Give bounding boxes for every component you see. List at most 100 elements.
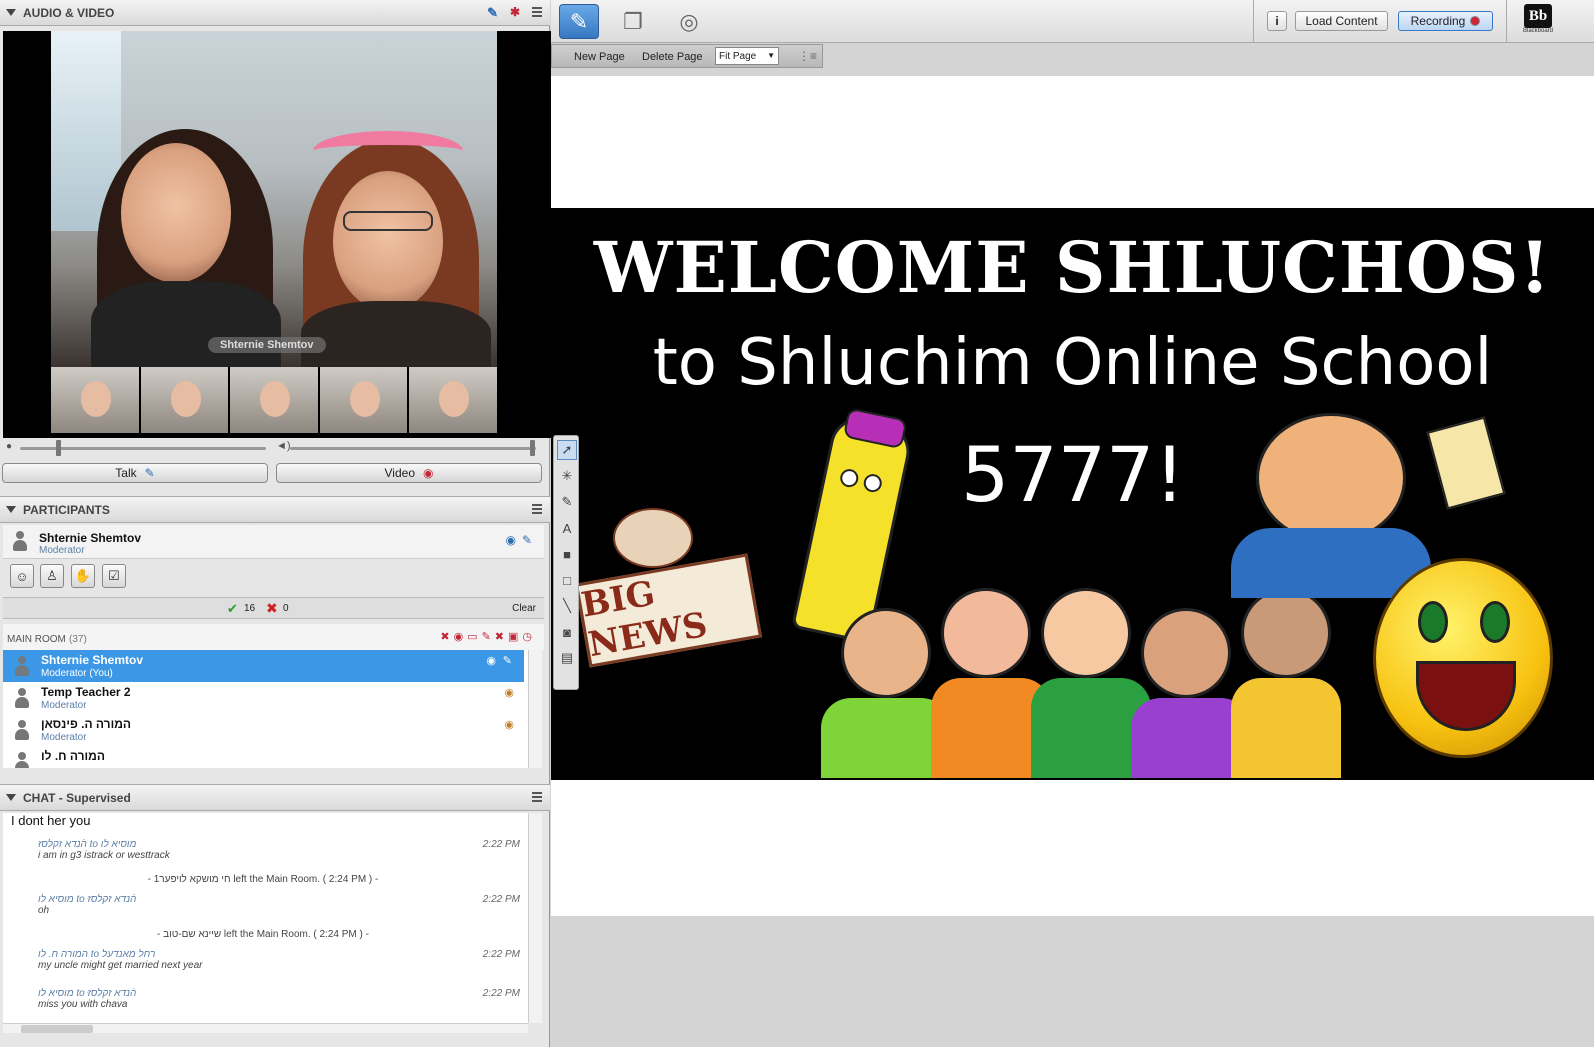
rectangle-tool-icon[interactable]: □ xyxy=(557,570,577,590)
talk-settings-icon[interactable]: ✎ xyxy=(487,5,498,21)
permission-icons[interactable]: ✖◉▭✎✖▣◷ xyxy=(440,630,536,643)
big-news-sign: BIG NEWS xyxy=(574,553,763,668)
message-time: 2:22 PM xyxy=(482,988,520,999)
speaker-slider-handle[interactable] xyxy=(530,440,535,456)
participant-list: Shternie Shemtov Moderator (You) ◉ ✎ Tem… xyxy=(3,650,528,768)
participant-row[interactable]: Shternie Shemtov Moderator (You) ◉ ✎ xyxy=(3,650,524,682)
talk-label: Talk xyxy=(115,466,137,480)
user-avatar-icon xyxy=(15,720,29,742)
room-count: (37) xyxy=(69,634,87,645)
message-sender: מוסיא לו to הֿנדא זקלסזּ xyxy=(38,894,137,905)
participant-row[interactable]: המורה ח. לו xyxy=(3,746,524,768)
chat-message: הֿנדא זקלסזּ to מוסיא לו i am in g3 istr… xyxy=(38,839,170,861)
delete-page-button[interactable]: Delete Page xyxy=(642,51,703,63)
participant-name: המורה ח. לו xyxy=(41,749,105,763)
whiteboard-stage[interactable]: WELCOME SHLUCHOS! to Shluchim Online Sch… xyxy=(551,76,1594,916)
chat-input[interactable]: I dont her you xyxy=(11,813,91,828)
talk-button[interactable]: Talk ✎ xyxy=(2,463,268,483)
participant-role: Moderator xyxy=(41,700,87,711)
chevron-down-icon: ▼ xyxy=(767,51,775,60)
boy-with-paper xyxy=(1256,413,1406,543)
recording-label: Recording xyxy=(1410,14,1466,28)
audio-video-title: AUDIO & VIDEO xyxy=(23,5,115,20)
slide-subheading: to Shluchim Online School xyxy=(652,326,1493,400)
video-settings-icon[interactable]: ✱ xyxy=(510,5,520,19)
video-display: Shternie Shemtov xyxy=(3,31,551,438)
bb-logo-mark: Bb xyxy=(1524,4,1552,28)
recording-button[interactable]: Recording xyxy=(1398,11,1493,31)
check-icon: ✔ xyxy=(227,601,238,616)
zoom-select[interactable]: Fit Page ▼ xyxy=(715,47,779,65)
scroll-thumb[interactable] xyxy=(21,1025,93,1033)
room-label: MAIN ROOM xyxy=(7,634,66,645)
chat-header[interactable]: CHAT - Supervised xyxy=(0,785,550,811)
clear-button[interactable]: Clear xyxy=(512,603,536,614)
emoticon-button[interactable]: ☺ xyxy=(10,564,34,588)
system-message: - שיינא שם-טוב left the Main Room. ( 2:2… xyxy=(157,929,369,940)
video-thumbnails xyxy=(51,367,497,433)
collapse-triangle-icon[interactable] xyxy=(6,506,16,513)
message-text: miss you with chava xyxy=(38,999,128,1010)
audio-video-header[interactable]: AUDIO & VIDEO ✎ ✱ xyxy=(0,0,550,26)
message-time: 2:22 PM xyxy=(482,894,520,905)
video-thumbnail[interactable] xyxy=(319,367,408,433)
user-avatar-icon xyxy=(13,531,27,553)
collapse-triangle-icon[interactable] xyxy=(6,9,16,16)
web-tour-tab-icon[interactable]: ◎ xyxy=(669,4,709,39)
raise-hand-button[interactable]: ✋ xyxy=(71,564,95,588)
text-tool-icon[interactable]: A xyxy=(557,518,577,538)
video-button[interactable]: Video ◉ xyxy=(276,463,542,483)
video-thumbnail[interactable] xyxy=(409,367,497,433)
speaker-name-label: Shternie Shemtov xyxy=(208,337,326,353)
clip-art-tool-icon[interactable]: ▤ xyxy=(557,648,577,668)
speaker-volume-slider[interactable] xyxy=(290,447,536,450)
participant-scrollbar[interactable] xyxy=(528,650,542,768)
chat-scrollbar[interactable] xyxy=(528,813,542,1023)
panel-menu-icon[interactable] xyxy=(532,792,542,802)
line-tool-icon[interactable]: ╲ xyxy=(557,596,577,616)
participant-row[interactable]: המורה ה. פינסאן Moderator ◉ xyxy=(3,714,524,746)
microphone-slider-handle[interactable] xyxy=(56,440,61,456)
pen-tool-icon[interactable]: ✎ xyxy=(557,492,577,512)
feedback-check-button[interactable]: ☑ xyxy=(102,564,126,588)
panel-menu-icon[interactable] xyxy=(532,7,542,17)
pointer-tool-icon[interactable]: ✳ xyxy=(557,466,577,486)
user-avatar-icon xyxy=(15,656,29,678)
panel-menu-icon[interactable] xyxy=(532,504,542,514)
participants-header[interactable]: PARTICIPANTS xyxy=(0,497,550,523)
camera-tool-icon[interactable]: ◙ xyxy=(557,622,577,642)
left-panel: AUDIO & VIDEO ✎ ✱ Shternie Shemtov ● ◄) … xyxy=(0,0,551,1047)
zoom-value: Fit Page xyxy=(719,51,757,62)
filled-rectangle-tool-icon[interactable]: ■ xyxy=(557,544,577,564)
toolbar-divider xyxy=(1506,0,1507,43)
video-thumbnail[interactable] xyxy=(230,367,318,433)
whiteboard-toolbar: New Page Delete Page Fit Page ▼ ⋮≡ xyxy=(551,44,823,68)
video-thumbnail[interactable] xyxy=(140,367,229,433)
step-away-button[interactable]: ♙ xyxy=(40,564,64,588)
user-avatar-icon xyxy=(15,688,29,710)
info-button[interactable]: i xyxy=(1267,11,1287,31)
toolbar-divider xyxy=(1253,0,1254,43)
whiteboard-tab-icon[interactable]: ✎ xyxy=(559,4,599,39)
select-tool-icon[interactable]: ➚ xyxy=(557,440,577,460)
video-thumbnail[interactable] xyxy=(51,367,139,433)
app-share-tab-icon[interactable]: ❐ xyxy=(613,4,653,39)
message-time: 2:22 PM xyxy=(482,839,520,850)
bb-logo-text: Blackboard xyxy=(1522,28,1554,34)
my-name: Shternie Shemtov xyxy=(39,531,142,545)
new-page-button[interactable]: New Page xyxy=(574,51,625,63)
participant-name: Shternie Shemtov xyxy=(41,653,144,667)
whiteboard-menu-icon[interactable]: ⋮≡ xyxy=(798,49,817,63)
flower-crown xyxy=(313,131,463,171)
x-icon: ✖ xyxy=(266,600,278,616)
camera-status-icon: ◉ xyxy=(486,655,496,667)
message-text: i am in g3 istrack or westtrack xyxy=(38,850,170,861)
volume-controls: ● ◄) xyxy=(0,438,550,458)
participants-title: PARTICIPANTS xyxy=(23,502,110,517)
chat-horizontal-scrollbar[interactable] xyxy=(3,1023,528,1033)
load-content-button[interactable]: Load Content xyxy=(1295,11,1388,31)
chat-message: מוסיא לו to הֿנדא זקלסזּ oh xyxy=(38,894,136,916)
participant-row[interactable]: Temp Teacher 2 Moderator ◉ xyxy=(3,682,524,714)
participant-role: Moderator (You) xyxy=(41,668,113,679)
collapse-triangle-icon[interactable] xyxy=(6,794,16,801)
